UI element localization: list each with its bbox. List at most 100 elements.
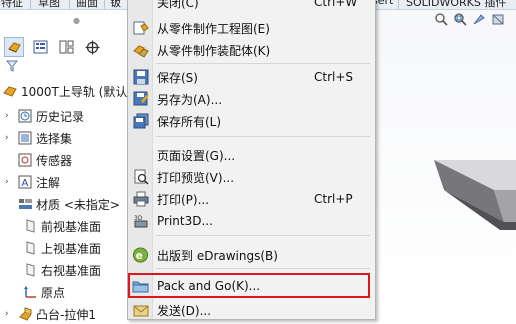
property-manager-icon <box>33 40 47 54</box>
menu-item-publish-edrawings[interactable]: e 出版到 eDrawings(B) <box>128 244 375 266</box>
menu-item-save-as[interactable]: 另存为(A)... <box>128 88 375 110</box>
selection-set-icon <box>17 131 33 145</box>
tree-item-right-plane[interactable]: 右视基准面 <box>22 260 101 280</box>
menu-item-label: 打印预览(V)... <box>157 170 235 185</box>
tree-item-top-plane[interactable]: 上视基准面 <box>22 238 101 258</box>
menu-item-shortcut: Ctrl+P <box>314 192 353 206</box>
plane-icon <box>22 241 38 255</box>
property-manager-tab-button[interactable] <box>30 37 50 57</box>
menu-item-page-setup[interactable]: 页面设置(G)... <box>128 144 375 166</box>
menu-item-label: 保存(S) <box>157 70 198 85</box>
menu-item-label: 出版到 eDrawings(B) <box>157 248 278 263</box>
menu-item-save[interactable]: 保存(S) Ctrl+S <box>128 66 375 88</box>
menu-item-label: 页面设置(G)... <box>157 148 236 163</box>
menu-item-close[interactable]: 关闭(C) Ctrl+W <box>128 0 375 13</box>
tree-item-annotations[interactable]: › A 注解 <box>5 172 60 192</box>
graphics-area[interactable] <box>374 10 516 318</box>
pack-and-go-icon <box>132 278 149 295</box>
tree-item-material[interactable]: 材质 <未指定> <box>17 194 120 214</box>
menu-item-save-all[interactable]: 保存所有(L) <box>128 110 375 132</box>
tree-item-label: 前视基准面 <box>41 219 102 234</box>
tree-item-label: 材质 <未指定> <box>36 197 120 212</box>
tree-item-label: 选择集 <box>36 131 73 146</box>
tab-separator <box>398 0 399 9</box>
feature-manager-toolbar <box>4 36 128 60</box>
tree-item-label: 凸台-拉伸1 <box>36 307 96 322</box>
menu-item-shortcut: Ctrl+S <box>314 70 354 84</box>
tree-item-label: 注解 <box>36 175 61 190</box>
tree-item-label: 右视基准面 <box>41 263 102 278</box>
panel-grip-dot: ● <box>73 16 80 25</box>
menu-item-label: 另存为(A)... <box>157 92 223 107</box>
tree-item-history[interactable]: › 历史记录 <box>5 106 84 126</box>
save-as-icon <box>132 91 149 108</box>
tab-sheet-metal[interactable]: 钣 <box>110 0 121 9</box>
filter-icon[interactable] <box>5 60 19 75</box>
menu-item-make-drawing[interactable]: 从零件制作工程图(E) <box>128 17 375 39</box>
menu-item-shortcut: Ctrl+W <box>314 0 358 9</box>
plane-icon <box>22 219 38 233</box>
feature-manager-panel: ● 1000T上导轨 (默认 › 历史记录 › 选择集 传感器 › A 注解 材… <box>0 10 128 322</box>
extrude-icon <box>17 307 33 321</box>
tree-item-boss-extrude[interactable]: › 凸台-拉伸1 <box>5 304 96 324</box>
menu-item-label: 从零件制作装配体(K) <box>157 43 271 58</box>
tab-separator <box>30 0 31 9</box>
menu-item-make-assembly[interactable]: 从零件制作装配体(K) <box>128 39 375 61</box>
menu-item-label: 保存所有(L) <box>157 114 222 129</box>
menu-item-label: 发送(D)... <box>157 303 212 318</box>
tree-item-sensors[interactable]: 传感器 <box>17 150 72 170</box>
zoom-to-area-icon[interactable] <box>453 12 467 26</box>
part-model-render[interactable] <box>434 160 516 240</box>
assembly-from-part-icon <box>132 42 149 59</box>
tree-item-label: 传感器 <box>36 153 73 168</box>
configuration-manager-tab-button[interactable] <box>56 37 76 57</box>
tree-item-origin[interactable]: 原点 <box>22 282 65 302</box>
menu-separator <box>156 63 370 64</box>
edrawings-icon: e <box>132 247 149 264</box>
send-icon <box>132 302 149 319</box>
menu-item-print3d[interactable]: 3D Print3D... <box>128 210 375 232</box>
svg-text:A: A <box>22 178 29 189</box>
menu-separator <box>156 235 370 236</box>
chevron-right-icon[interactable]: › <box>5 133 17 143</box>
origin-icon <box>22 285 38 299</box>
tab-separator <box>104 0 105 9</box>
feature-tree-tab-button[interactable] <box>4 37 24 57</box>
section-view-icon[interactable] <box>491 12 505 26</box>
chevron-right-icon[interactable]: › <box>5 177 17 187</box>
tab-solidworks-addins[interactable]: SOLIDWORKS 插件 <box>406 0 506 9</box>
print-icon <box>132 191 149 208</box>
plane-icon <box>22 263 38 277</box>
previous-view-icon[interactable] <box>472 12 486 26</box>
drawing-from-part-icon <box>132 20 149 37</box>
part-icon <box>2 84 18 98</box>
dimxpert-tab-button[interactable] <box>82 37 102 57</box>
menu-item-pack-and-go[interactable]: Pack and Go(K)... <box>128 275 375 297</box>
print3d-icon: 3D <box>132 213 149 230</box>
print-preview-icon <box>132 169 149 186</box>
tree-item-label: 历史记录 <box>36 109 85 124</box>
page-setup-icon <box>132 147 149 164</box>
configuration-manager-icon <box>59 40 73 54</box>
menu-item-print[interactable]: 打印(P)... Ctrl+P <box>128 188 375 210</box>
tree-item-label: 原点 <box>41 285 66 300</box>
save-all-icon <box>132 113 149 130</box>
tab-surfaces[interactable]: 曲面 <box>76 0 98 9</box>
menu-item-label: Print3D... <box>157 214 213 228</box>
tree-root-part[interactable]: 1000T上导轨 (默认 <box>2 81 127 101</box>
zoom-to-fit-icon[interactable] <box>434 12 448 26</box>
save-icon <box>132 69 149 86</box>
menu-item-print-preview[interactable]: 打印预览(V)... <box>128 166 375 188</box>
tree-item-front-plane[interactable]: 前视基准面 <box>22 216 101 236</box>
tab-features[interactable]: 特征 <box>1 0 23 9</box>
file-menu-dropdown: 关闭(C) Ctrl+W 从零件制作工程图(E) 从零件制作装配体(K) 保存(… <box>127 0 376 320</box>
svg-text:e: e <box>136 250 143 262</box>
tree-item-selection-sets[interactable]: › 选择集 <box>5 128 72 148</box>
menu-item-label: 关闭(C) <box>157 0 199 10</box>
menu-item-label: 打印(P)... <box>157 192 210 207</box>
tree-item-label: 上视基准面 <box>41 241 102 256</box>
chevron-right-icon[interactable]: › <box>5 111 17 121</box>
sensor-icon <box>17 153 33 167</box>
menu-item-label: Pack and Go(K)... <box>157 279 261 293</box>
tab-sketch[interactable]: 草图 <box>38 0 60 9</box>
